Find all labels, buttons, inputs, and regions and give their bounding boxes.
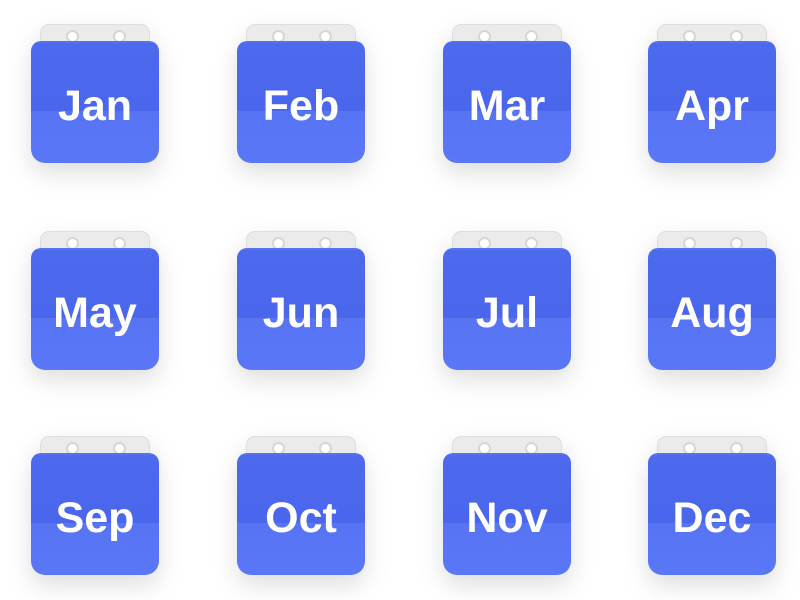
calendar-icon: Apr (648, 24, 776, 166)
calendar-icon-sep: Sep (31, 436, 159, 586)
month-label: Jul (475, 289, 539, 337)
calendar-icon-jun: Jun (237, 231, 365, 381)
month-label: Dec (672, 494, 752, 542)
month-label: Aug (670, 289, 754, 337)
calendar-page: Apr (648, 41, 776, 163)
calendar-icon-feb: Feb (237, 24, 365, 174)
calendar-page: Jan (31, 41, 159, 163)
calendar-icon: Sep (31, 436, 159, 578)
calendar-icon-mar: Mar (443, 24, 571, 174)
month-label: Jan (57, 82, 133, 130)
calendar-icon-jan: Jan (31, 24, 159, 174)
month-label: Oct (265, 494, 337, 542)
calendar-page: Mar (443, 41, 571, 163)
calendar-icon-apr: Apr (648, 24, 776, 174)
calendar-page: Jul (443, 248, 571, 370)
calendar-icon-aug: Aug (648, 231, 776, 381)
month-icon-grid: Jan Feb Mar Apr May Jun Jul Aug Sep Oct … (0, 0, 800, 600)
calendar-icon-jul: Jul (443, 231, 571, 381)
calendar-page: Oct (237, 453, 365, 575)
calendar-page: Dec (648, 453, 776, 575)
calendar-icon-oct: Oct (237, 436, 365, 586)
month-label: Mar (468, 82, 546, 130)
calendar-icon: Mar (443, 24, 571, 166)
calendar-icon: May (31, 231, 159, 373)
calendar-icon: Oct (237, 436, 365, 578)
calendar-icon-dec: Dec (648, 436, 776, 586)
month-label: Apr (674, 82, 750, 130)
calendar-page: Nov (443, 453, 571, 575)
calendar-page: Feb (237, 41, 365, 163)
month-label: Sep (55, 494, 135, 542)
calendar-icon: Nov (443, 436, 571, 578)
calendar-page: Aug (648, 248, 776, 370)
calendar-icon-may: May (31, 231, 159, 381)
calendar-icon: Dec (648, 436, 776, 578)
calendar-icon: Aug (648, 231, 776, 373)
calendar-icon-nov: Nov (443, 436, 571, 586)
calendar-icon: Feb (237, 24, 365, 166)
calendar-page: May (31, 248, 159, 370)
month-label: Feb (262, 82, 340, 130)
calendar-page: Jun (237, 248, 365, 370)
calendar-icon: Jun (237, 231, 365, 373)
month-label: May (53, 289, 137, 337)
calendar-icon: Jan (31, 24, 159, 166)
month-label: Jun (262, 289, 340, 337)
month-label: Nov (466, 494, 548, 542)
calendar-page: Sep (31, 453, 159, 575)
calendar-icon: Jul (443, 231, 571, 373)
